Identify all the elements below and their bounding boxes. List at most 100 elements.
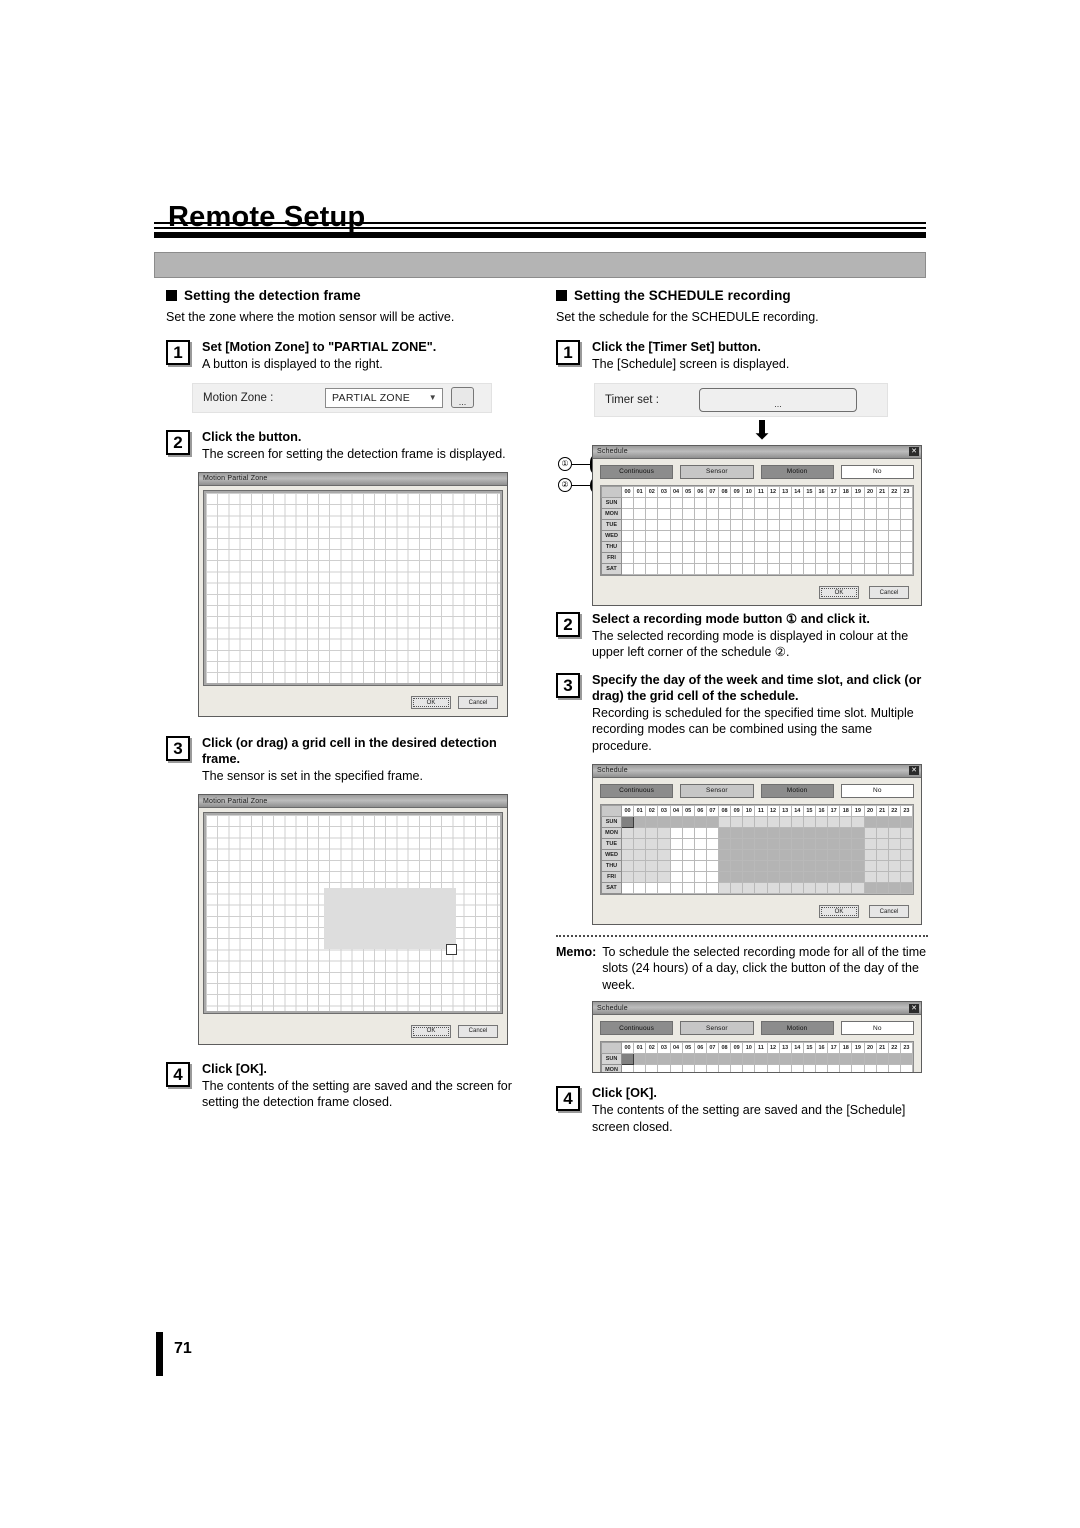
schedule-cell[interactable] xyxy=(681,1064,695,1073)
schedule-cell[interactable] xyxy=(875,496,889,509)
schedule-cell[interactable] xyxy=(620,815,635,828)
schedule-cell[interactable] xyxy=(766,837,780,850)
schedule-cell[interactable] xyxy=(717,496,732,509)
schedule-cell[interactable] xyxy=(814,496,829,509)
schedule-cell[interactable] xyxy=(717,881,732,894)
schedule-cell[interactable] xyxy=(851,518,865,531)
schedule-cell[interactable] xyxy=(790,837,804,850)
schedule-cell[interactable] xyxy=(742,870,756,883)
schedule-cell[interactable] xyxy=(778,859,792,872)
schedule-cell[interactable] xyxy=(645,848,659,861)
schedule-cell[interactable] xyxy=(766,815,780,828)
schedule-cell[interactable] xyxy=(863,496,877,509)
schedule-cell[interactable] xyxy=(645,870,659,883)
schedule-cell[interactable] xyxy=(717,837,732,850)
schedule-cell[interactable] xyxy=(657,1053,671,1066)
schedule-cell[interactable] xyxy=(754,870,768,883)
schedule-cell[interactable] xyxy=(790,1064,804,1073)
schedule-cell[interactable] xyxy=(669,837,683,850)
schedule-cell[interactable] xyxy=(851,529,865,542)
schedule-cell[interactable] xyxy=(730,826,744,839)
schedule-cell[interactable] xyxy=(620,529,635,542)
schedule-cell[interactable] xyxy=(863,1064,877,1073)
schedule-cell[interactable] xyxy=(730,837,744,850)
day-button-MON[interactable]: MON xyxy=(601,507,622,520)
schedule-cell[interactable] xyxy=(899,518,914,531)
schedule-cell[interactable] xyxy=(887,529,901,542)
schedule-cell[interactable] xyxy=(730,870,744,883)
cancel-button[interactable]: Cancel xyxy=(869,905,909,919)
schedule-cell[interactable] xyxy=(705,529,720,542)
schedule-cell[interactable] xyxy=(669,1053,683,1066)
schedule-cell[interactable] xyxy=(681,562,695,575)
schedule-cell[interactable] xyxy=(742,837,756,850)
schedule-cell[interactable] xyxy=(645,837,659,850)
schedule-cell[interactable] xyxy=(754,540,768,553)
mode-button-no[interactable]: No xyxy=(840,464,914,479)
schedule-cell[interactable] xyxy=(839,1053,853,1066)
schedule-cell[interactable] xyxy=(620,1053,635,1066)
schedule-cell[interactable] xyxy=(657,848,671,861)
cancel-button[interactable]: Cancel xyxy=(869,586,909,599)
schedule-cell[interactable] xyxy=(730,518,744,531)
schedule-cell[interactable] xyxy=(827,1053,841,1066)
schedule-cell[interactable] xyxy=(790,551,804,564)
schedule-cell[interactable] xyxy=(681,507,695,520)
schedule-cell[interactable] xyxy=(827,1064,841,1073)
schedule-cell[interactable] xyxy=(693,870,707,883)
schedule-cell[interactable] xyxy=(717,551,732,564)
schedule-cell[interactable] xyxy=(742,815,756,828)
schedule-cell[interactable] xyxy=(790,540,804,553)
schedule-cell[interactable] xyxy=(887,507,901,520)
schedule-cell[interactable] xyxy=(681,870,695,883)
schedule-cell[interactable] xyxy=(633,1064,647,1073)
schedule-cell[interactable] xyxy=(851,1053,865,1066)
schedule-cell[interactable] xyxy=(875,859,889,872)
schedule-cell[interactable] xyxy=(875,848,889,861)
day-button-FRI[interactable]: FRI xyxy=(601,870,622,883)
schedule-cell[interactable] xyxy=(851,859,865,872)
schedule-cell[interactable] xyxy=(620,881,635,894)
schedule-cell[interactable] xyxy=(790,518,804,531)
mode-button-no[interactable]: No xyxy=(840,783,914,798)
schedule-cell[interactable] xyxy=(705,507,720,520)
schedule-cell[interactable] xyxy=(717,1064,732,1073)
schedule-cell[interactable] xyxy=(693,1064,707,1073)
schedule-cell[interactable] xyxy=(754,496,768,509)
schedule-cell[interactable] xyxy=(887,848,901,861)
schedule-cell[interactable] xyxy=(899,1053,914,1066)
schedule-cell[interactable] xyxy=(693,826,707,839)
schedule-cell[interactable] xyxy=(839,540,853,553)
cancel-button[interactable]: Cancel xyxy=(458,1024,498,1038)
schedule-cell[interactable] xyxy=(875,1064,889,1073)
schedule-cell[interactable] xyxy=(633,540,647,553)
schedule-cell[interactable] xyxy=(754,551,768,564)
schedule-cell[interactable] xyxy=(778,518,792,531)
schedule-cell[interactable] xyxy=(899,848,914,861)
schedule-cell[interactable] xyxy=(620,496,635,509)
ok-button[interactable]: OK xyxy=(411,696,451,710)
schedule-cell[interactable] xyxy=(693,848,707,861)
schedule-cell[interactable] xyxy=(620,870,635,883)
schedule-cell[interactable] xyxy=(875,1053,889,1066)
schedule-cell[interactable] xyxy=(633,837,647,850)
schedule-cell[interactable] xyxy=(669,859,683,872)
schedule-grid-empty[interactable]: 00 01 02 03 04 05 06 07 08 09 10 11 12 13 14 15 16 17 18 19… xyxy=(601,485,914,575)
schedule-cell[interactable] xyxy=(754,1064,768,1073)
schedule-corner-cell[interactable] xyxy=(601,804,622,817)
schedule-cell[interactable] xyxy=(802,870,817,883)
schedule-cell[interactable] xyxy=(899,540,914,553)
schedule-cell[interactable] xyxy=(730,1053,744,1066)
schedule-cell[interactable] xyxy=(863,551,877,564)
day-button-SUN[interactable]: SUN xyxy=(601,496,622,509)
schedule-cell[interactable] xyxy=(778,529,792,542)
schedule-cell[interactable] xyxy=(851,881,865,894)
schedule-cell[interactable] xyxy=(863,859,877,872)
schedule-cell[interactable] xyxy=(863,881,877,894)
schedule-cell[interactable] xyxy=(657,837,671,850)
schedule-cell[interactable] xyxy=(754,562,768,575)
schedule-cell[interactable] xyxy=(875,551,889,564)
schedule-cell[interactable] xyxy=(814,529,829,542)
schedule-cell[interactable] xyxy=(657,540,671,553)
schedule-cell[interactable] xyxy=(645,826,659,839)
